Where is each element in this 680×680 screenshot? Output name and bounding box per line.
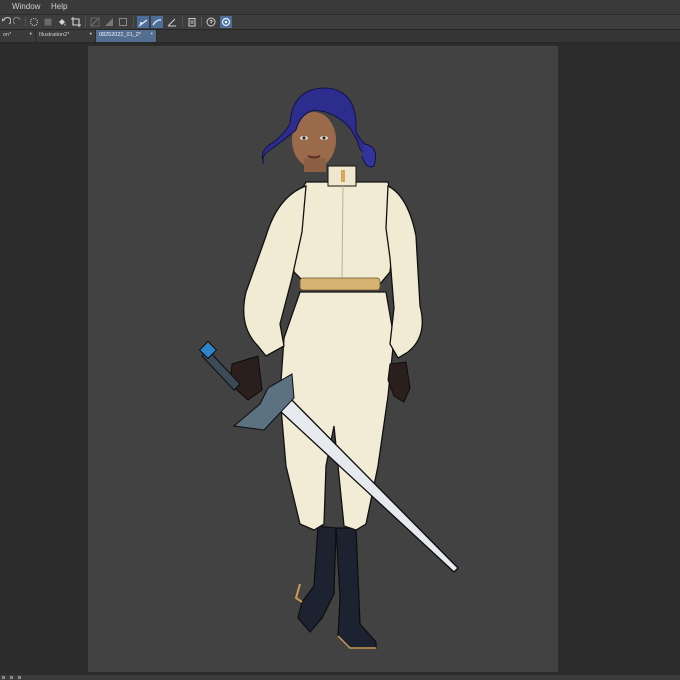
tab-document-1[interactable]: on* • (0, 30, 36, 42)
status-icon (2, 676, 5, 679)
tab-close-dot-icon[interactable]: • (151, 31, 153, 38)
ruler-grid-icon[interactable] (166, 16, 178, 28)
no-selection-icon[interactable] (89, 16, 101, 28)
tab-label: on* (3, 32, 12, 38)
separator (85, 17, 86, 27)
menu-window[interactable]: Window (12, 2, 40, 11)
snap-special-ruler-icon[interactable] (151, 16, 163, 28)
collar-clasp (341, 170, 345, 182)
clear-icon[interactable] (42, 16, 54, 28)
right-boot (335, 527, 377, 649)
separator (25, 17, 26, 27)
status-icon (18, 676, 21, 679)
illustration (198, 87, 459, 649)
selection-border-icon[interactable] (117, 16, 129, 28)
settings-icon[interactable] (220, 16, 232, 28)
tab-document-2[interactable]: Illustration2* • (36, 30, 96, 42)
tab-label: 08252022_01_2* (99, 32, 141, 38)
status-icon (10, 676, 13, 679)
tab-close-dot-icon[interactable]: • (90, 31, 92, 38)
clipboard-icon[interactable] (186, 16, 198, 28)
crop-icon[interactable] (70, 16, 82, 28)
tab-label: Illustration2* (39, 32, 70, 38)
neck (304, 158, 326, 172)
help-icon[interactable] (205, 16, 217, 28)
undo-icon[interactable] (0, 16, 12, 28)
status-bar (0, 675, 680, 680)
tab-document-3[interactable]: 08252022_01_2* • (96, 30, 157, 42)
belt (299, 277, 381, 291)
redo-icon[interactable] (12, 16, 24, 28)
tab-close-dot-icon[interactable]: • (30, 31, 32, 38)
separator (182, 17, 183, 27)
mask-icon[interactable] (103, 16, 115, 28)
command-bar (0, 15, 680, 30)
separator (201, 17, 202, 27)
menu-bar: Window Help (0, 0, 680, 15)
fill-icon[interactable] (56, 16, 68, 28)
right-sleeve (385, 184, 423, 359)
right-glove (387, 361, 411, 403)
loading-icon[interactable] (28, 16, 40, 28)
left-boot (294, 525, 337, 633)
canvas[interactable] (88, 46, 558, 672)
separator (133, 17, 134, 27)
menu-help[interactable]: Help (51, 2, 67, 11)
document-tabs: on* • Illustration2* • 08252022_01_2* • (0, 30, 680, 43)
snap-ruler-icon[interactable] (137, 16, 149, 28)
